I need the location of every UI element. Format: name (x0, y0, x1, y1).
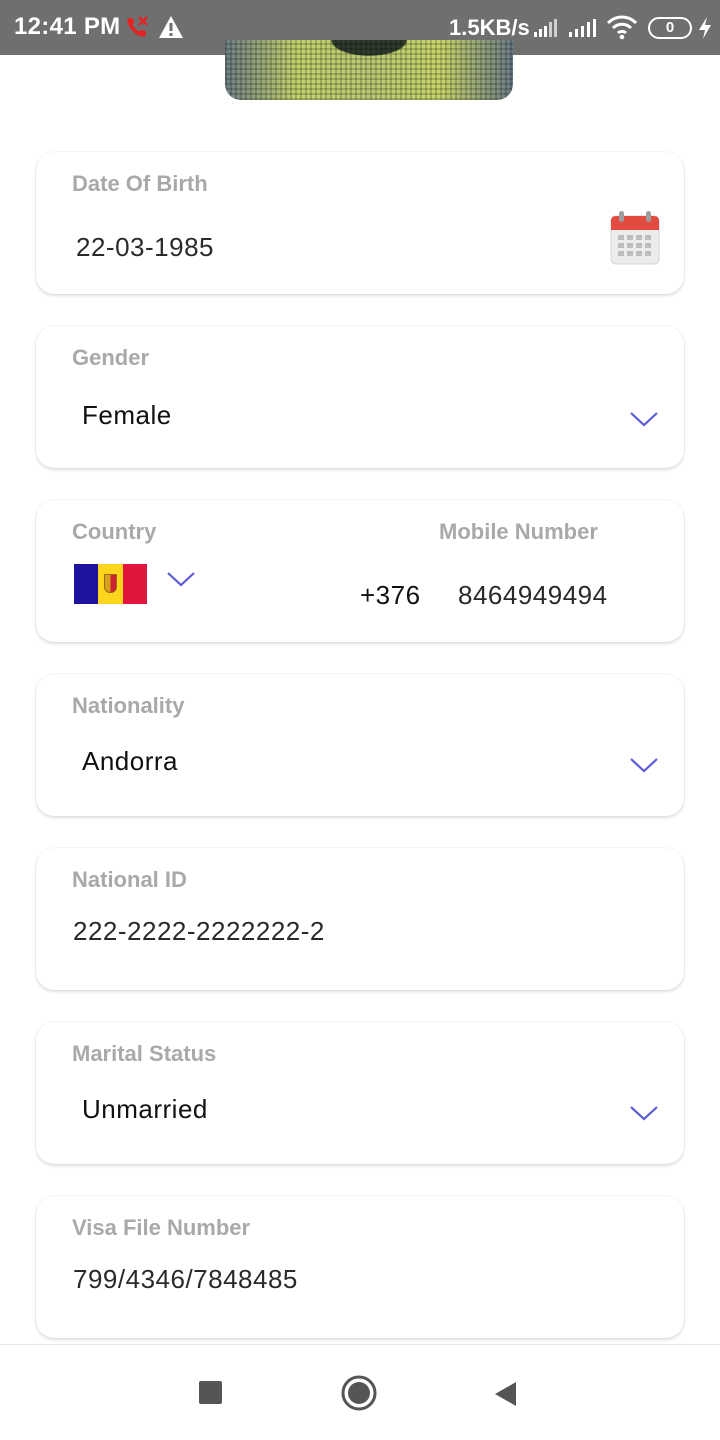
date-of-birth-value[interactable]: 22-03-1985 (76, 232, 214, 263)
marital-status-value[interactable]: Unmarried (82, 1094, 208, 1125)
mobile-number-label: Mobile Number (439, 519, 598, 544)
calendar-icon[interactable] (610, 210, 660, 266)
missed-call-icon (127, 16, 148, 37)
warning-icon (159, 16, 183, 38)
nationality-value[interactable]: Andorra (82, 746, 178, 777)
signal-icon (534, 19, 557, 37)
country-label: Country (72, 519, 157, 544)
mobile-number-input[interactable]: 8464949494 (458, 580, 608, 611)
gender-value[interactable]: Female (82, 400, 172, 431)
recents-icon[interactable] (199, 1381, 222, 1404)
battery-icon: 0 (648, 17, 692, 39)
gender-label: Gender (72, 345, 150, 370)
visa-file-number-input[interactable]: 799/4346/7848485 (73, 1264, 298, 1295)
country-mobile-field: Country Mobile Number +376 8464949494 (36, 500, 684, 642)
national-id-input[interactable]: 222-2222-2222222-2 (73, 916, 325, 947)
status-time: 12:41 PM (14, 13, 121, 40)
national-id-field[interactable]: National ID 222-2222-2222222-2 (36, 848, 684, 990)
wifi-icon (606, 15, 638, 40)
charging-icon (699, 17, 711, 39)
marital-status-label: Marital Status (72, 1041, 217, 1066)
gender-field[interactable]: Gender Female (36, 326, 684, 468)
nationality-field[interactable]: Nationality Andorra (36, 674, 684, 816)
visa-file-number-label: Visa File Number (72, 1215, 251, 1240)
country-chevron-down-icon[interactable] (166, 570, 196, 588)
home-icon[interactable] (340, 1374, 378, 1412)
date-of-birth-field[interactable]: Date Of Birth 22-03-1985 (36, 152, 684, 294)
chevron-down-icon[interactable] (629, 410, 659, 428)
nationality-label: Nationality (72, 693, 185, 718)
back-icon[interactable] (494, 1381, 518, 1407)
marital-status-field[interactable]: Marital Status Unmarried (36, 1022, 684, 1164)
chevron-down-icon[interactable] (629, 756, 659, 774)
signal-icon (569, 19, 596, 37)
andorra-flag-icon[interactable] (74, 564, 147, 604)
visa-file-number-field[interactable]: Visa File Number 799/4346/7848485 (36, 1196, 684, 1338)
system-nav-bar (0, 1344, 720, 1440)
profile-photo[interactable] (225, 40, 513, 100)
chevron-down-icon[interactable] (629, 1104, 659, 1122)
dial-code: +376 (360, 580, 421, 610)
date-of-birth-label: Date Of Birth (72, 171, 208, 196)
national-id-label: National ID (72, 867, 187, 892)
network-speed: 1.5KB/s (449, 15, 530, 40)
